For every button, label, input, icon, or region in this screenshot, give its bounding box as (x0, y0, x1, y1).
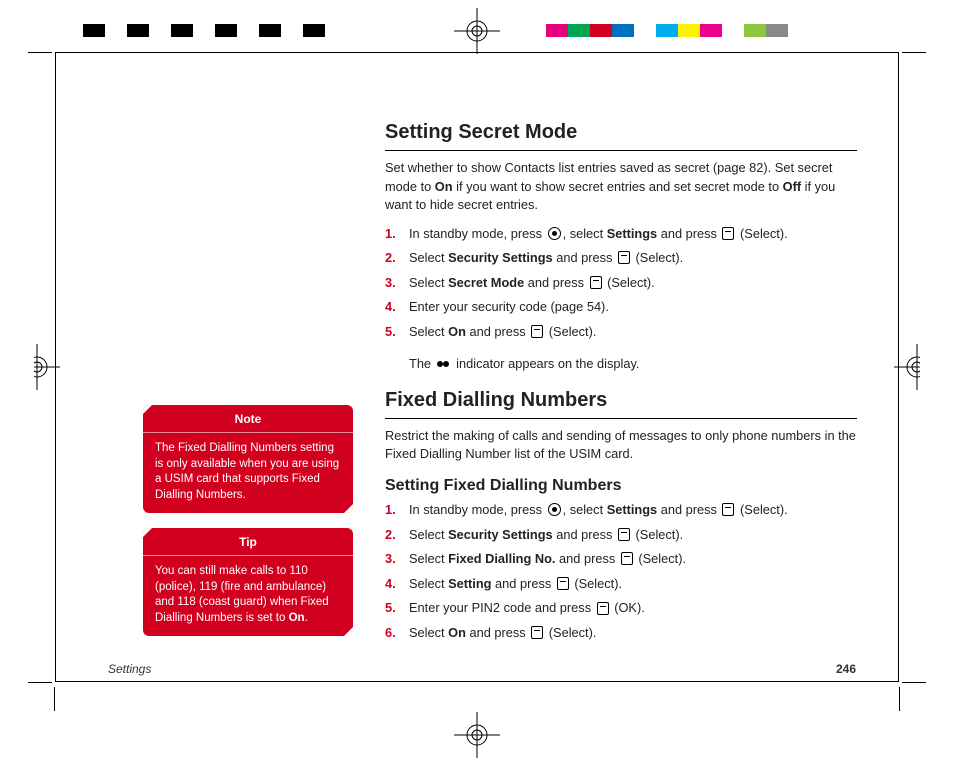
softkey-icon (722, 503, 734, 516)
page-footer: Settings 246 (108, 662, 856, 676)
softkey-icon (557, 577, 569, 590)
colorbar-left (83, 24, 347, 37)
center-key-icon (548, 227, 561, 240)
crop-tick (54, 687, 55, 711)
softkey-icon (621, 552, 633, 565)
note-body: The Fixed Dialling Numbers setting is on… (143, 433, 353, 513)
list-item: 5.Enter your PIN2 code and press (OK). (385, 599, 857, 618)
crop-tick (902, 52, 926, 53)
list-item: 5.Select On and press (Select). (385, 323, 857, 342)
softkey-icon (597, 602, 609, 615)
heading-secret-mode: Setting Secret Mode (385, 118, 857, 151)
steps-fixed-dialling: 1.In standby mode, press , select Settin… (385, 501, 857, 642)
list-item: 6.Select On and press (Select). (385, 624, 857, 643)
softkey-icon (618, 251, 630, 264)
softkey-icon (531, 325, 543, 338)
intro-fixed-dialling: Restrict the making of calls and sending… (385, 427, 857, 464)
registration-mark-right (894, 344, 940, 390)
result-text: The indicator appears on the display. (409, 355, 857, 374)
crop-tick (28, 682, 52, 683)
crop-tick (902, 682, 926, 683)
softkey-icon (531, 626, 543, 639)
list-item: 4.Enter your security code (page 54). (385, 298, 857, 317)
softkey-icon (590, 276, 602, 289)
list-item: 1.In standby mode, press , select Settin… (385, 225, 857, 244)
registration-mark-bottom (454, 712, 500, 758)
steps-secret-mode: 1.In standby mode, press , select Settin… (385, 225, 857, 342)
list-item: 4.Select Setting and press (Select). (385, 575, 857, 594)
list-item: 2.Select Security Settings and press (Se… (385, 249, 857, 268)
main-content: Setting Secret Mode Set whether to show … (385, 118, 857, 658)
registration-mark-top (454, 8, 500, 54)
list-item: 1.In standby mode, press , select Settin… (385, 501, 857, 520)
list-item: 2.Select Security Settings and press (Se… (385, 526, 857, 545)
softkey-icon (722, 227, 734, 240)
note-title: Note (143, 405, 353, 433)
registration-mark-left (14, 344, 60, 390)
note-callout: Note The Fixed Dialling Numbers setting … (143, 405, 353, 513)
crop-tick (899, 687, 900, 711)
footer-page-number: 246 (836, 662, 856, 676)
crop-tick (28, 52, 52, 53)
tip-title: Tip (143, 528, 353, 556)
tip-body: You can still make calls to 110 (police)… (143, 556, 353, 636)
subheading-setting-fdn: Setting Fixed Dialling Numbers (385, 474, 857, 497)
list-item: 3.Select Secret Mode and press (Select). (385, 274, 857, 293)
center-key-icon (548, 503, 561, 516)
footer-section: Settings (108, 662, 151, 676)
list-item: 3.Select Fixed Dialling No. and press (S… (385, 550, 857, 569)
tip-callout: Tip You can still make calls to 110 (pol… (143, 528, 353, 636)
intro-secret-mode: Set whether to show Contacts list entrie… (385, 159, 857, 215)
indicator-icon (437, 360, 451, 368)
softkey-icon (618, 528, 630, 541)
heading-fixed-dialling: Fixed Dialling Numbers (385, 386, 857, 419)
colorbar-right (546, 24, 810, 37)
